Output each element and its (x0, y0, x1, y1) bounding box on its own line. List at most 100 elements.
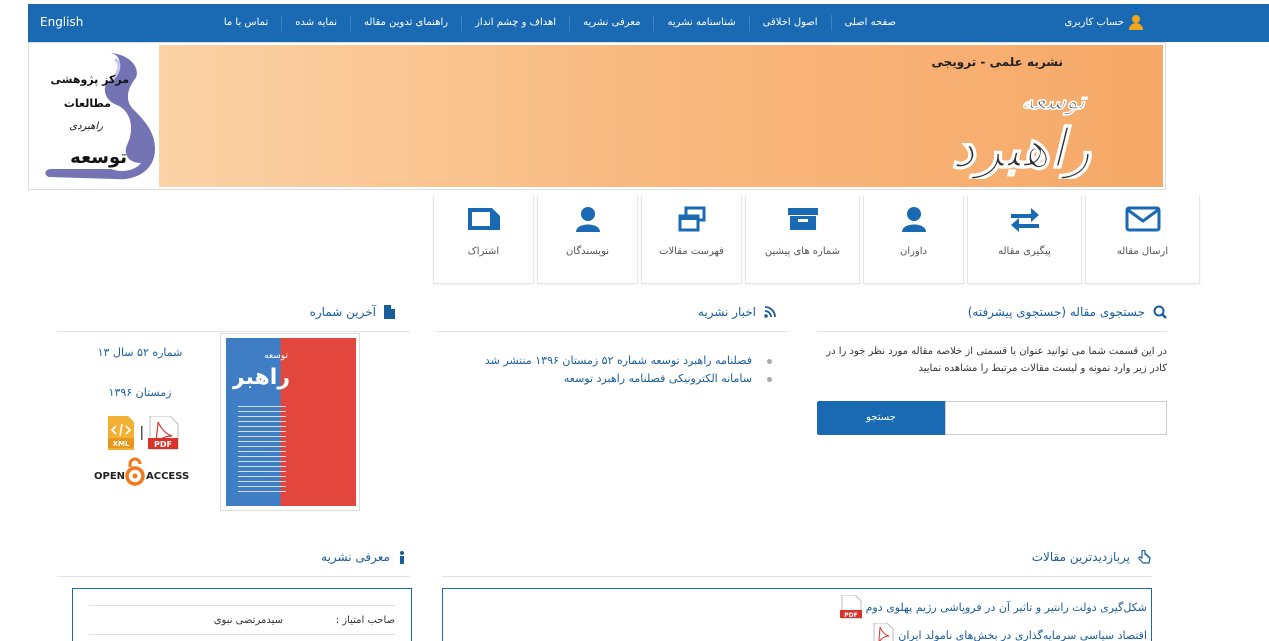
menu-item-aims-scope[interactable]: اهداف و چشم انداز (461, 15, 569, 31)
issue-number: شماره ۵۲ سال ۱۳ (97, 346, 183, 359)
intro-section-heading: معرفی نشریه (321, 550, 406, 564)
divider (442, 576, 1152, 577)
folder-icon (467, 208, 500, 230)
pdf-label: PDF (154, 440, 172, 449)
menu-item-about-journal[interactable]: معرفی نشریه (569, 15, 653, 31)
tile-submit-article[interactable]: ارسال مقاله (1085, 196, 1200, 284)
search-section-title[interactable]: جستجوی مقاله (جستجوی پیشرفته) (968, 305, 1145, 319)
tile-subscription[interactable]: اشتراک (433, 196, 534, 284)
main-menu: صفحه اصلی اصول اخلاقی شناسنامه نشریه معر… (211, 4, 909, 42)
popular-article[interactable]: اقتصاد سیاسی سرمایه‌گذاری در بخش‌های نام… (872, 623, 1147, 641)
menu-item-indexing[interactable]: نمایه شده (281, 15, 350, 31)
tile-label: پیگیری مقاله (998, 246, 1051, 257)
latest-issue-heading: آخرین شماره (310, 305, 395, 319)
open-access-left: OPEN (94, 471, 125, 482)
intro-value: سیدمرتضی نبوی (213, 615, 283, 626)
tile-label: فهرست مقالات (659, 246, 724, 257)
top-navigation-bar: English صفحه اصلی اصول اخلاقی شناسنامه ن… (28, 4, 1269, 42)
issue-season: زمستان ۱۳۹۶ (108, 386, 172, 399)
popular-section-title: پربازدیدترین مقالات (1031, 550, 1130, 564)
intro-row: صاحب امتیاز : سیدمرتضی نبوی (89, 605, 395, 635)
popular-article-title[interactable]: اقتصاد سیاسی سرمایه‌گذاری در بخش‌های نام… (898, 629, 1147, 641)
user-icon (575, 207, 600, 232)
issue-cover-image: توسعه راهبرد (226, 338, 356, 506)
account-label: حساب کاربری (1064, 17, 1124, 28)
journal-banner: مرکز پژوهشی مطالعات راهبردی توسعه نشریه … (28, 42, 1166, 190)
tile-reviewers[interactable]: داوران (863, 196, 964, 284)
divider (817, 331, 1167, 332)
search-icon (1153, 305, 1167, 319)
news-section-title: اخبار نشریه (697, 305, 756, 319)
logo-line-3: راهبردی (69, 121, 103, 132)
pdf-icon[interactable]: PDF (148, 415, 179, 451)
journal-type-subtitle: نشریه علمی - ترویجی (931, 55, 1063, 69)
search-section-heading: جستجوی مقاله (جستجوی پیشرفته) (968, 305, 1167, 319)
pdf-label: PDF (844, 612, 857, 619)
news-list: فصلنامه راهبرد توسعه شماره ۵۲ زمستان ۱۳۹… (440, 352, 780, 388)
divider (437, 331, 787, 332)
search-button[interactable]: جستجو (817, 401, 945, 435)
open-access-lock-icon (125, 457, 145, 486)
archive-icon (787, 208, 818, 230)
open-access-badge: OPEN ACCESS (94, 457, 194, 489)
divider (57, 331, 410, 332)
menu-item-contact[interactable]: تماس با ما (211, 15, 281, 31)
intro-section-title: معرفی نشریه (321, 550, 390, 564)
xml-label: XML (113, 440, 130, 448)
tile-track-article[interactable]: پیگیری مقاله (967, 196, 1082, 284)
news-section-heading: اخبار نشریه (698, 305, 776, 319)
issue-cover-frame[interactable]: توسعه راهبرد (220, 333, 360, 511)
brand-top-word: توسعه (1021, 87, 1088, 116)
tile-label: داوران (899, 246, 927, 257)
logo-line-2: مطالعات (64, 97, 111, 110)
windows-icon (678, 206, 705, 232)
latest-issue-title: آخرین شماره (309, 305, 376, 319)
news-item[interactable]: فصلنامه راهبرد توسعه شماره ۵۲ زمستان ۱۳۹… (440, 352, 780, 370)
user-icon (901, 207, 926, 232)
xml-icon[interactable]: XML (108, 416, 134, 450)
logo-line-1: مرکز پژوهشی (51, 73, 129, 86)
cover-title-word: راهبرد (232, 365, 290, 390)
user-icon (1129, 15, 1143, 30)
quick-access-tiles: اشتراک نویسندگان فهرست مقالات شماره های … (433, 196, 1203, 284)
envelope-icon (1125, 206, 1160, 232)
menu-item-author-guide[interactable]: راهنمای تدوین مقاله (350, 15, 461, 31)
open-access-right: ACCESS (146, 471, 189, 482)
menu-item-journal-info[interactable]: شناسنامه نشریه (653, 15, 748, 31)
cover-text-lines (238, 406, 286, 496)
pdf-icon[interactable]: PDF (839, 595, 862, 619)
journal-brand-logotype: توسعه راهبرد (950, 87, 1092, 179)
info-icon (400, 550, 404, 564)
hand-pointer-icon (1138, 550, 1151, 564)
tile-label: ارسال مقاله (1116, 246, 1169, 257)
menu-item-home[interactable]: صفحه اصلی (830, 15, 909, 31)
institute-logo-icon: مرکز پژوهشی مطالعات راهبردی توسعه (45, 53, 155, 180)
tile-authors[interactable]: نویسندگان (537, 196, 638, 284)
cover-small-word: توسعه (264, 351, 288, 361)
brand-main-word: راهبرد (951, 117, 1092, 179)
cover-logotype: توسعه راهبرد (232, 351, 290, 390)
popular-articles-box: شکل‌گیری دولت رانتیر و تاثیر آن در فروپا… (442, 588, 1152, 641)
popular-section-heading: پربازدیدترین مقالات (1032, 550, 1152, 564)
search-description: در این قسمت شما می توانید عنوان یا قسمتی… (826, 346, 1167, 374)
english-language-link[interactable]: English (40, 15, 83, 29)
menu-item-ethics[interactable]: اصول اخلاقی (748, 15, 831, 31)
icon-separator (141, 426, 143, 440)
news-item[interactable]: سامانه الکترونیکی فصلنامه راهبرد توسعه (440, 370, 780, 388)
institute-logo[interactable]: مرکز پژوهشی مطالعات راهبردی توسعه (31, 45, 159, 187)
user-account-link[interactable]: حساب کاربری (1064, 15, 1143, 30)
document-icon (384, 305, 395, 319)
tile-label: اشتراک (467, 246, 500, 257)
exchange-icon (1010, 208, 1039, 232)
pdf-icon[interactable] (872, 623, 894, 641)
intro-box: صاحب امتیاز : سیدمرتضی نبوی (72, 588, 412, 641)
popular-article-title[interactable]: شکل‌گیری دولت رانتیر و تاثیر آن در فروپا… (866, 601, 1147, 614)
tile-article-list[interactable]: فهرست مقالات (641, 196, 742, 284)
tile-label: شماره های پیشین (764, 246, 841, 257)
download-icons: XML PDF (108, 415, 180, 451)
search-input[interactable] (945, 401, 1167, 435)
logo-line-4: توسعه (70, 147, 127, 168)
popular-article[interactable]: شکل‌گیری دولت رانتیر و تاثیر آن در فروپا… (839, 595, 1147, 619)
tile-past-issues[interactable]: شماره های پیشین (745, 196, 860, 284)
tile-label: نویسندگان (565, 246, 610, 257)
